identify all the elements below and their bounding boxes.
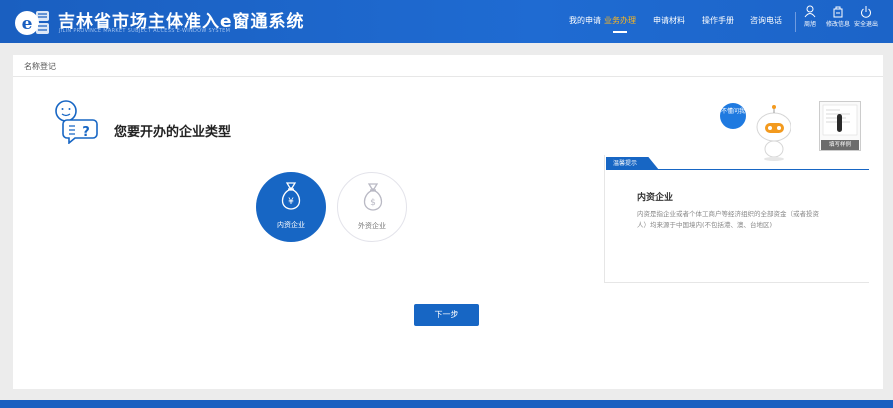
option-foreign-enterprise[interactable]: $ 外资企业: [337, 172, 407, 242]
util-edit-info[interactable]: 修改信息: [823, 5, 853, 28]
top-header: e 吉林省市场主体准入e窗通系统 JILIN PROVINCE MARKET S…: [0, 0, 893, 43]
breadcrumb-current: 名称登记: [24, 62, 56, 71]
question-heading: 您要开办的企业类型: [114, 125, 232, 140]
nav-business-handling[interactable]: 业务办理: [604, 15, 636, 26]
nav-active-indicator: [613, 31, 627, 33]
nav-user-manual[interactable]: 操作手册: [702, 15, 734, 26]
util-edit-info-label: 修改信息: [825, 21, 850, 28]
question-chat-icon: ?: [55, 100, 98, 144]
user-icon: [804, 5, 816, 18]
nav-my-applications[interactable]: 我的申请: [569, 15, 601, 26]
e-tong-logo-icon: e: [15, 11, 49, 35]
svg-text:?: ?: [82, 125, 90, 140]
ask-me-bubble[interactable]: 不懂问我: [720, 103, 746, 129]
nav-consult-phone[interactable]: 咨询电话: [750, 15, 782, 26]
tip-divider: [606, 169, 869, 170]
next-step-button[interactable]: 下一步: [414, 304, 479, 326]
content-card: 名称登记 ? 您要开办的企业类型 ¥ 内资企业 $ 外资企业 下一步 不懂问我 …: [13, 55, 883, 389]
app-subtitle: JILIN PROVINCE MARKET SUBJECT ACCESS E-W…: [59, 28, 231, 34]
util-logout[interactable]: 安全退出: [851, 5, 881, 28]
svg-text:e: e: [22, 14, 33, 34]
option-domestic-label: 内资企业: [277, 221, 305, 229]
option-domestic-enterprise[interactable]: ¥ 内资企业: [256, 172, 326, 242]
option-foreign-label: 外资企业: [358, 222, 386, 230]
sample-label: 填写样例: [821, 140, 859, 150]
util-user[interactable]: 周旭: [795, 5, 825, 28]
tip-body: 内资是指企业或者个体工商户等经济组织的全部资金（或者投资人）均来源于中国境内(不…: [637, 210, 819, 229]
svg-text:¥: ¥: [288, 197, 294, 207]
edit-info-icon: [833, 6, 843, 18]
money-bag-yuan-icon: ¥: [281, 182, 301, 210]
money-bag-dollar-icon: $: [363, 183, 383, 211]
util-logout-label: 安全退出: [853, 21, 878, 28]
tip-title: 内资企业: [637, 193, 674, 203]
breadcrumb: 名称登记: [13, 55, 883, 77]
svg-text:$: $: [370, 198, 376, 208]
util-user-label: 周旭: [803, 21, 816, 28]
nav-application-materials[interactable]: 申请材料: [653, 15, 685, 26]
sample-document-icon: [822, 104, 858, 136]
footer-bar: [0, 400, 893, 408]
power-icon: [861, 6, 871, 18]
